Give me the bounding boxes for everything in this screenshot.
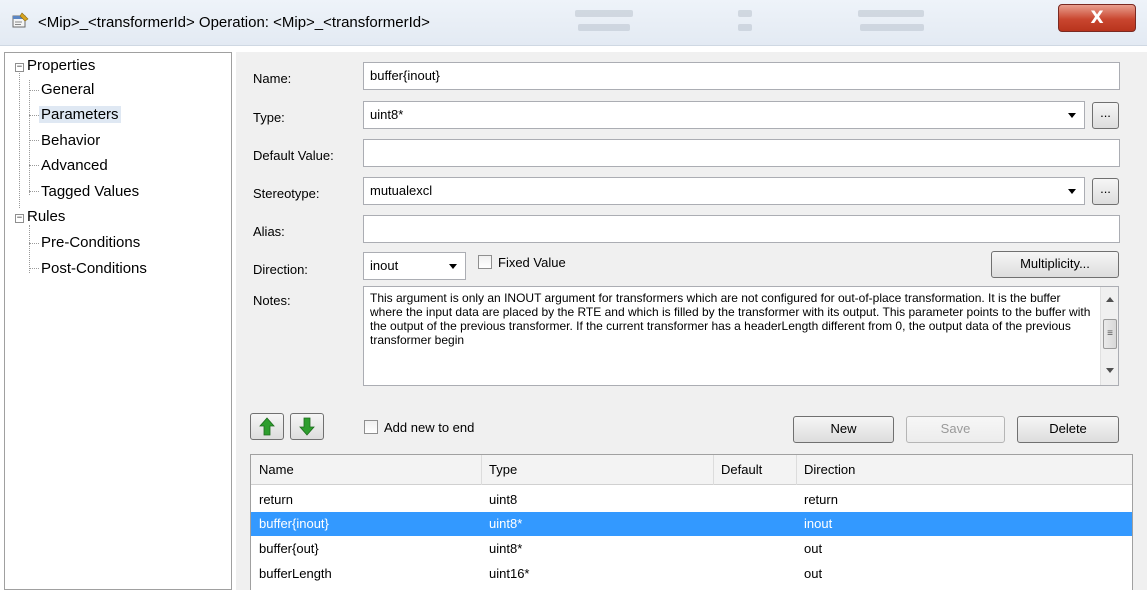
notes-label: Notes:	[253, 293, 291, 308]
arrow-up-icon	[259, 417, 275, 436]
tree-item-advanced[interactable]: Advanced	[41, 157, 108, 174]
background-blur	[738, 10, 752, 17]
parameter-panel: Name: buffer{inout} Type: uint8* ... Def…	[236, 52, 1147, 590]
close-button[interactable]: X	[1058, 4, 1136, 32]
close-icon: X	[1090, 8, 1104, 28]
direction-label: Direction:	[253, 262, 308, 277]
table-row-selected[interactable]: buffer{inout} uint8* inout	[251, 512, 1132, 536]
add-new-to-end-label: Add new to end	[384, 420, 475, 435]
properties-window-icon	[12, 12, 29, 28]
background-blur	[860, 24, 924, 31]
column-header-name[interactable]: Name	[259, 455, 294, 484]
name-label: Name:	[253, 71, 292, 86]
direction-value: inout	[370, 258, 399, 273]
alias-input[interactable]	[363, 215, 1120, 243]
grid-header: Name Type Default Direction	[251, 455, 1132, 485]
column-header-default[interactable]: Default	[721, 455, 762, 484]
multiplicity-button[interactable]: Multiplicity...	[991, 251, 1119, 278]
cell-type: uint16*	[489, 566, 530, 581]
stereotype-browse-button[interactable]: ...	[1092, 178, 1119, 205]
tree-item-behavior[interactable]: Behavior	[41, 132, 100, 149]
scroll-up-icon[interactable]	[1106, 297, 1114, 302]
type-label: Type:	[253, 110, 285, 125]
collapse-rules-icon[interactable]: −	[15, 214, 24, 223]
new-button[interactable]: New	[793, 416, 894, 443]
default-value-label: Default Value:	[253, 148, 334, 163]
cell-type: uint8	[489, 492, 518, 507]
save-button[interactable]: Save	[906, 416, 1005, 443]
tree-item-parameters[interactable]: Parameters	[39, 106, 121, 123]
chevron-down-icon	[1068, 113, 1076, 118]
tree-item-general[interactable]: General	[41, 81, 94, 98]
tree-item-properties[interactable]: Properties	[27, 57, 95, 74]
column-header-type[interactable]: Type	[489, 455, 517, 484]
type-combobox[interactable]: uint8*	[363, 101, 1085, 129]
cell-direction: out	[804, 541, 823, 556]
cell-name: buffer{inout}	[259, 516, 329, 531]
move-up-button[interactable]	[250, 413, 284, 440]
delete-button[interactable]: Delete	[1017, 416, 1119, 443]
tree-item-tagged-values[interactable]: Tagged Values	[41, 183, 139, 200]
fixed-value-checkbox[interactable]	[478, 255, 492, 269]
table-row[interactable]: return uint8 return	[251, 488, 1132, 512]
parameters-grid: Name Type Default Direction return uint8…	[250, 454, 1133, 590]
title-bar: <Mip>_<transformerId> Operation: <Mip>_<…	[0, 0, 1147, 46]
name-input[interactable]: buffer{inout}	[363, 62, 1120, 90]
scroll-thumb[interactable]: ≡	[1103, 319, 1117, 349]
table-row[interactable]: bufferLength uint16* out	[251, 562, 1132, 586]
default-value-input[interactable]	[363, 139, 1120, 167]
cell-name: buffer{out}	[259, 541, 319, 556]
stereotype-combobox[interactable]: mutualexcl	[363, 177, 1085, 205]
tree-item-post-conditions[interactable]: Post-Conditions	[41, 260, 147, 277]
background-blur	[578, 24, 630, 31]
navigation-tree: − Properties General Parameters Behavior…	[4, 52, 232, 590]
cell-name: return	[259, 492, 293, 507]
column-header-direction[interactable]: Direction	[804, 455, 855, 484]
chevron-down-icon	[449, 264, 457, 269]
type-browse-button[interactable]: ...	[1092, 102, 1119, 129]
background-blur	[738, 24, 752, 31]
notes-scrollbar[interactable]: ≡	[1100, 287, 1118, 385]
add-new-to-end-checkbox[interactable]	[364, 420, 378, 434]
fixed-value-label: Fixed Value	[498, 255, 566, 270]
notes-text: This argument is only an INOUT argument …	[370, 291, 1091, 347]
cell-direction: inout	[804, 516, 833, 531]
window-title: <Mip>_<transformerId> Operation: <Mip>_<…	[38, 14, 430, 31]
stereotype-label: Stereotype:	[253, 186, 320, 201]
cell-type: uint8*	[489, 541, 523, 556]
cell-type: uint8*	[489, 516, 523, 531]
table-row[interactable]: buffer{out} uint8* out	[251, 537, 1132, 561]
cell-name: bufferLength	[259, 566, 332, 581]
collapse-properties-icon[interactable]: −	[15, 63, 24, 72]
type-value: uint8*	[370, 107, 404, 122]
notes-textarea[interactable]: This argument is only an INOUT argument …	[363, 286, 1119, 386]
chevron-down-icon	[1068, 189, 1076, 194]
cell-direction: return	[804, 492, 838, 507]
cell-direction: out	[804, 566, 823, 581]
direction-combobox[interactable]: inout	[363, 252, 466, 280]
background-blur	[575, 10, 633, 17]
stereotype-value: mutualexcl	[370, 183, 433, 198]
tree-item-pre-conditions[interactable]: Pre-Conditions	[41, 234, 140, 251]
move-down-button[interactable]	[290, 413, 324, 440]
tree-item-rules[interactable]: Rules	[27, 208, 65, 225]
scroll-down-icon[interactable]	[1106, 368, 1114, 373]
background-blur	[858, 10, 924, 17]
alias-label: Alias:	[253, 224, 285, 239]
arrow-down-icon	[299, 417, 315, 436]
